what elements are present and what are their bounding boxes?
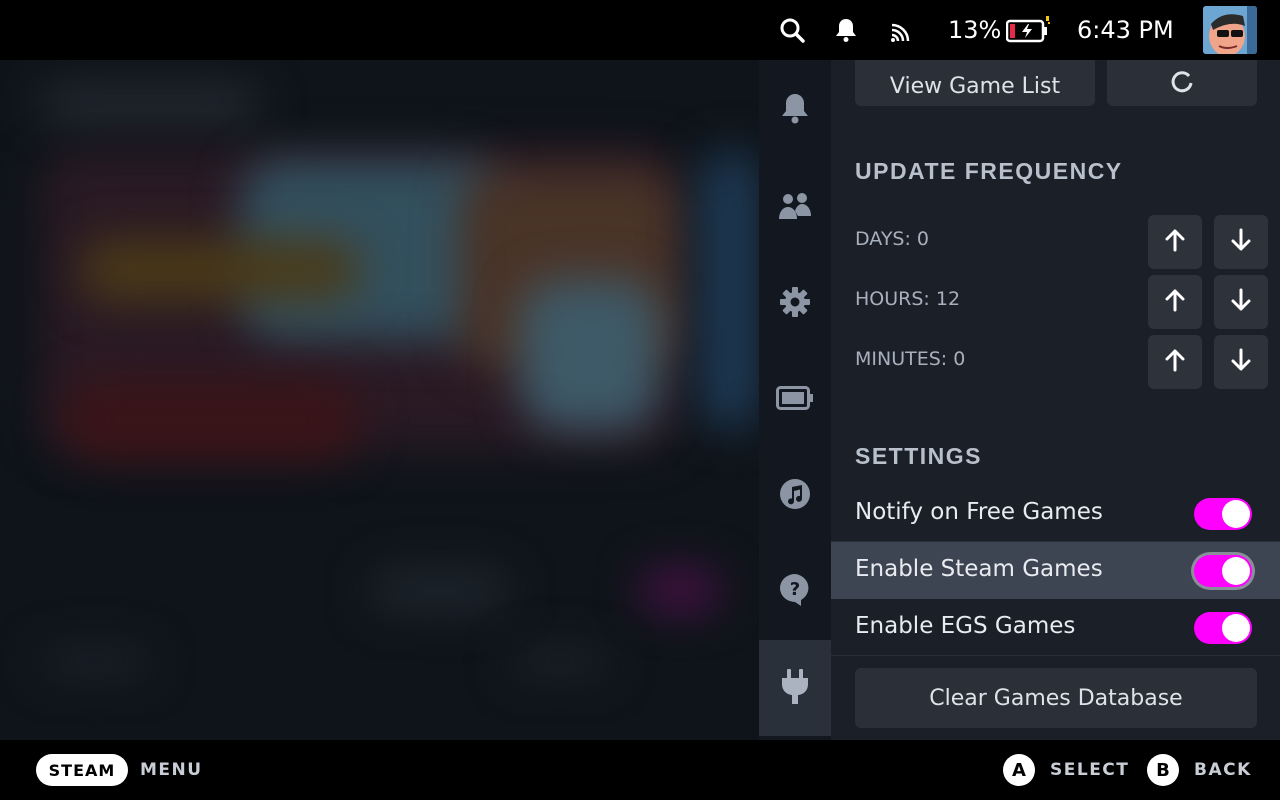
- hours-decrease-button[interactable]: [1214, 275, 1268, 329]
- wifi-icon: [886, 14, 918, 46]
- view-game-list-button[interactable]: View Game List: [855, 60, 1095, 106]
- enable-steam-games-toggle[interactable]: [1194, 555, 1252, 587]
- hours-label: HOURS: 12: [855, 288, 961, 310]
- arrow-down-icon: [1229, 288, 1253, 316]
- minutes-increase-button[interactable]: [1148, 335, 1202, 389]
- a-button-icon[interactable]: A: [1003, 754, 1035, 786]
- plugin-panel: View Game List UPDATE FREQUENCY DAYS: 0 …: [831, 60, 1280, 740]
- minutes-decrease-button[interactable]: [1214, 335, 1268, 389]
- gear-icon: [779, 286, 811, 322]
- arrow-down-icon: [1229, 348, 1253, 376]
- clear-games-database-button[interactable]: Clear Games Database: [855, 668, 1257, 728]
- days-decrease-button[interactable]: [1214, 215, 1268, 269]
- background-library: [0, 60, 760, 740]
- status-bar: 13% 6:43 PM: [0, 0, 1280, 60]
- arrow-up-icon: [1163, 348, 1187, 376]
- friends-icon: [778, 191, 812, 225]
- nav-help[interactable]: ?: [759, 544, 831, 640]
- setting-enable-egs-games[interactable]: Enable EGS Games: [831, 599, 1280, 656]
- select-hint: SELECT: [1050, 760, 1130, 780]
- setting-notify-free-games[interactable]: Notify on Free Games: [831, 485, 1280, 542]
- music-icon: [779, 478, 811, 514]
- hours-increase-button[interactable]: [1148, 275, 1202, 329]
- menu-hint: MENU: [140, 760, 203, 780]
- clock: 6:43 PM: [1077, 16, 1174, 44]
- nav-performance[interactable]: [759, 352, 831, 448]
- help-icon: ?: [779, 573, 811, 611]
- back-hint: BACK: [1194, 760, 1252, 780]
- avatar[interactable]: [1203, 6, 1257, 54]
- battery-charging-icon: [1006, 14, 1052, 46]
- update-frequency-title: UPDATE FREQUENCY: [855, 158, 1123, 184]
- arrow-up-icon: [1163, 228, 1187, 256]
- notify-free-games-toggle[interactable]: [1194, 498, 1252, 530]
- refresh-icon: [1169, 68, 1195, 100]
- days-increase-button[interactable]: [1148, 215, 1202, 269]
- battery-percent: 13%: [948, 16, 1002, 44]
- nav-notifications[interactable]: [759, 62, 831, 158]
- view-game-list-label: View Game List: [889, 73, 1061, 99]
- setting-label: Enable EGS Games: [855, 613, 1076, 639]
- settings-title: SETTINGS: [855, 443, 983, 469]
- b-button-icon[interactable]: B: [1147, 754, 1179, 786]
- steam-button[interactable]: STEAM: [36, 754, 128, 786]
- nav-friends[interactable]: [759, 160, 831, 256]
- setting-label: Notify on Free Games: [855, 499, 1103, 525]
- svg-text:?: ?: [790, 579, 800, 600]
- clear-games-database-label: Clear Games Database: [929, 685, 1183, 711]
- arrow-down-icon: [1229, 228, 1253, 256]
- days-label: DAYS: 0: [855, 228, 930, 250]
- bottom-hint-bar: STEAM MENU A SELECT B BACK: [0, 740, 1280, 800]
- bell-icon: [780, 91, 810, 129]
- nav-music[interactable]: [759, 448, 831, 544]
- nav-plugins[interactable]: [759, 640, 831, 736]
- setting-enable-steam-games[interactable]: Enable Steam Games: [831, 542, 1280, 599]
- setting-label: Enable Steam Games: [855, 556, 1103, 582]
- enable-egs-games-toggle[interactable]: [1194, 612, 1252, 644]
- nav-settings[interactable]: [759, 256, 831, 352]
- plug-icon: [780, 667, 810, 709]
- bell-icon[interactable]: [830, 14, 862, 46]
- quick-access-nav: ?: [759, 60, 831, 740]
- refresh-button[interactable]: [1107, 60, 1257, 106]
- search-icon[interactable]: [776, 14, 808, 46]
- battery-icon: [776, 386, 814, 414]
- minutes-label: MINUTES: 0: [855, 348, 966, 370]
- arrow-up-icon: [1163, 288, 1187, 316]
